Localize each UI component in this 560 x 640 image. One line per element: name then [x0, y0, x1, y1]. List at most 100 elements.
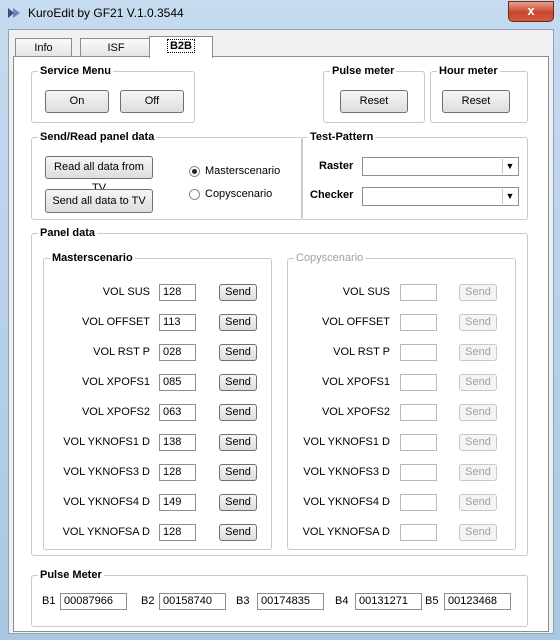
masterscenario-radio-label: Masterscenario — [205, 165, 281, 177]
send-button[interactable]: Send — [459, 344, 497, 361]
close-button[interactable]: x — [508, 1, 554, 22]
send-button[interactable]: Send — [459, 464, 497, 481]
send-button[interactable]: Send — [219, 404, 257, 421]
copyscenario-radio-label: Copyscenario — [205, 188, 273, 200]
parameter-value-input[interactable] — [400, 434, 437, 451]
parameter-value-input[interactable]: 128 — [159, 464, 196, 481]
send-read-title: Send/Read panel data — [40, 131, 155, 143]
read-all-button[interactable]: Read all data from TV — [45, 156, 153, 194]
pulse-field-label: B5 — [425, 595, 439, 607]
parameter-value-input[interactable]: 113 — [159, 314, 196, 331]
pulse-field-input[interactable]: 00158740 — [159, 593, 226, 610]
parameter-label: VOL YKNOFSA D — [302, 526, 390, 538]
send-button[interactable]: Send — [219, 284, 257, 301]
masterscenario-title: Masterscenario — [52, 252, 133, 264]
parameter-label: VOL OFFSET — [321, 316, 390, 328]
chevron-down-icon: ▼ — [502, 189, 517, 204]
pulse-field-input[interactable]: 00123468 — [444, 593, 511, 610]
parameter-label: VOL XPOFS1 — [321, 376, 390, 388]
service-off-button[interactable]: Off — [120, 90, 184, 113]
pulse-field-label: B2 — [141, 595, 155, 607]
masterscenario-radio[interactable] — [189, 166, 200, 177]
parameter-value-input[interactable] — [400, 344, 437, 361]
pulse-field-label: B1 — [42, 595, 56, 607]
parameter-value-input[interactable] — [400, 464, 437, 481]
service-on-button[interactable]: On — [45, 90, 109, 113]
send-button[interactable]: Send — [219, 464, 257, 481]
parameter-label: VOL YKNOFS1 D — [303, 436, 390, 448]
parameter-value-input[interactable]: 138 — [159, 434, 196, 451]
parameter-label: VOL YKNOFS4 D — [303, 496, 390, 508]
parameter-label: VOL YKNOFS3 D — [63, 466, 150, 478]
parameter-value-input[interactable] — [400, 404, 437, 421]
checker-select[interactable]: ▼ — [362, 187, 519, 206]
send-button[interactable]: Send — [459, 524, 497, 541]
parameter-label: VOL YKNOFS1 D — [63, 436, 150, 448]
parameter-label: VOL XPOFS2 — [321, 406, 390, 418]
pulse-meter-reset-button[interactable]: Reset — [340, 90, 408, 113]
send-button[interactable]: Send — [459, 404, 497, 421]
pulse-meter-reset-title: Pulse meter — [332, 65, 395, 77]
tab-info-label: Info — [34, 42, 53, 54]
raster-label: Raster — [319, 160, 354, 172]
parameter-label: VOL XPOFS1 — [81, 376, 150, 388]
hour-meter-reset-button[interactable]: Reset — [442, 90, 510, 113]
parameter-value-input[interactable]: 128 — [159, 284, 196, 301]
window-title: KuroEdit by GF21 V.1.0.3544 — [28, 6, 184, 20]
app-logo-icon — [8, 8, 20, 18]
client-area: Info ISF B2B Service Menu On Off Pulse m… — [8, 29, 554, 634]
pulse-field-label: B3 — [236, 595, 250, 607]
hour-meter-title: Hour meter — [439, 65, 498, 77]
parameter-label: VOL SUS — [102, 286, 150, 298]
parameter-label: VOL XPOFS2 — [81, 406, 150, 418]
radio-selected-dot — [192, 169, 197, 174]
send-button[interactable]: Send — [219, 434, 257, 451]
tab-isf-label: ISF — [107, 42, 125, 54]
pulse-meter-title: Pulse Meter — [40, 569, 102, 581]
parameter-label: VOL SUS — [342, 286, 390, 298]
parameter-value-input[interactable] — [400, 284, 437, 301]
tab-info[interactable]: Info — [15, 38, 72, 57]
parameter-value-input[interactable]: 128 — [159, 524, 196, 541]
send-button[interactable]: Send — [219, 344, 257, 361]
send-button[interactable]: Send — [459, 494, 497, 511]
parameter-value-input[interactable]: 028 — [159, 344, 196, 361]
parameter-value-input[interactable]: 063 — [159, 404, 196, 421]
send-button[interactable]: Send — [219, 524, 257, 541]
pulse-field-input[interactable]: 00131271 — [355, 593, 422, 610]
copyscenario-radio[interactable] — [189, 189, 200, 200]
send-button[interactable]: Send — [459, 374, 497, 391]
pulse-field-label: B4 — [335, 595, 349, 607]
tab-isf[interactable]: ISF — [80, 38, 152, 57]
send-button[interactable]: Send — [459, 284, 497, 301]
service-menu-title: Service Menu — [40, 65, 111, 77]
test-pattern-title: Test-Pattern — [310, 131, 374, 143]
send-button[interactable]: Send — [219, 494, 257, 511]
parameter-label: VOL RST P — [93, 346, 150, 358]
title-bar[interactable]: KuroEdit by GF21 V.1.0.3544 x — [0, 0, 560, 26]
parameter-label: VOL YKNOFSA D — [62, 526, 150, 538]
pulse-field-input[interactable]: 00087966 — [60, 593, 127, 610]
parameter-label: VOL YKNOFS4 D — [63, 496, 150, 508]
pulse-field-input[interactable]: 00174835 — [257, 593, 324, 610]
tab-b2b-label: B2B — [166, 39, 195, 53]
raster-select[interactable]: ▼ — [362, 157, 519, 176]
parameter-value-input[interactable] — [400, 374, 437, 391]
parameter-value-input[interactable] — [400, 524, 437, 541]
chevron-down-icon: ▼ — [502, 159, 517, 174]
parameter-value-input[interactable]: 149 — [159, 494, 196, 511]
send-all-button[interactable]: Send all data to TV — [45, 189, 153, 213]
tab-page-b2b: Service Menu On Off Pulse meter Reset Ho… — [13, 56, 549, 632]
send-button[interactable]: Send — [459, 434, 497, 451]
send-button[interactable]: Send — [459, 314, 497, 331]
checker-label: Checker — [310, 189, 354, 201]
parameter-label: VOL RST P — [333, 346, 390, 358]
app-window: KuroEdit by GF21 V.1.0.3544 x Info ISF B… — [0, 0, 560, 640]
parameter-value-input[interactable]: 085 — [159, 374, 196, 391]
tab-b2b[interactable]: B2B — [149, 36, 213, 58]
send-button[interactable]: Send — [219, 314, 257, 331]
send-button[interactable]: Send — [219, 374, 257, 391]
parameter-value-input[interactable] — [400, 494, 437, 511]
parameter-value-input[interactable] — [400, 314, 437, 331]
parameter-label: VOL OFFSET — [81, 316, 150, 328]
